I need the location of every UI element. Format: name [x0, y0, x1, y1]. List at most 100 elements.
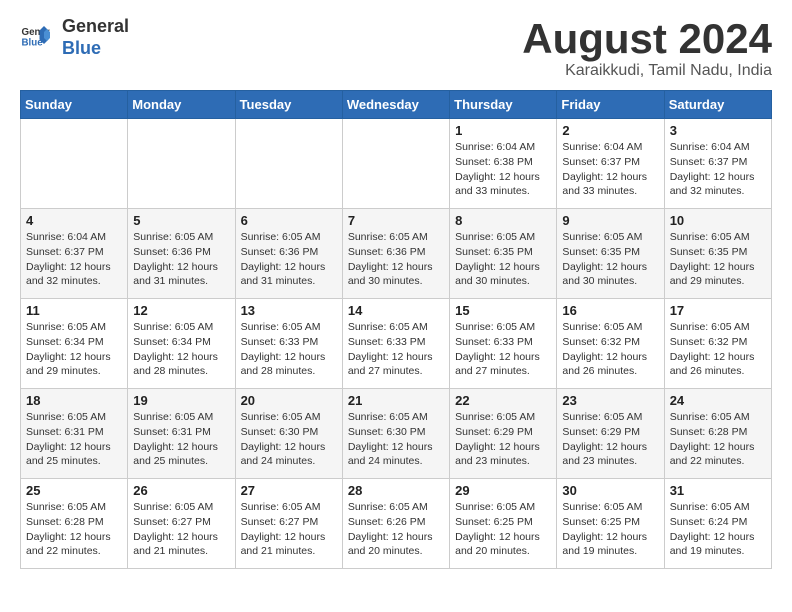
day-number: 5: [133, 213, 229, 228]
day-info: Sunrise: 6:05 AM Sunset: 6:25 PM Dayligh…: [455, 500, 551, 559]
day-info: Sunrise: 6:05 AM Sunset: 6:29 PM Dayligh…: [562, 410, 658, 469]
calendar-cell: 26Sunrise: 6:05 AM Sunset: 6:27 PM Dayli…: [128, 479, 235, 569]
calendar-cell: 11 Sunrise: 6:05 AM Sunset: 6:34 PM Dayli…: [21, 299, 128, 389]
calendar-week-row: 18Sunrise: 6:05 AM Sunset: 6:31 PM Dayli…: [21, 389, 772, 479]
day-info: Sunrise: 6:05 AM Sunset: 6:27 PM Dayligh…: [133, 500, 229, 559]
day-info: Sunrise: 6:05 AM Sunset: 6:32 PM Dayligh…: [562, 320, 658, 379]
calendar-cell: 18Sunrise: 6:05 AM Sunset: 6:31 PM Dayli…: [21, 389, 128, 479]
header: General Blue GeneralBlue August 2024 Kar…: [20, 16, 772, 80]
title-section: August 2024 Karaikkudi, Tamil Nadu, Indi…: [522, 16, 772, 80]
day-info: Sunrise: 6:05 AM Sunset: 6:32 PM Dayligh…: [670, 320, 766, 379]
calendar-cell: 3 Sunrise: 6:04 AM Sunset: 6:37 PM Daylig…: [664, 119, 771, 209]
calendar-cell: 7 Sunrise: 6:05 AM Sunset: 6:36 PM Daylig…: [342, 209, 449, 299]
day-info: Sunrise: 6:04 AM Sunset: 6:38 PM Dayligh…: [455, 140, 551, 199]
calendar-header-tuesday: Tuesday: [235, 91, 342, 119]
day-number: 16: [562, 303, 658, 318]
day-number: 31: [670, 483, 766, 498]
calendar-header-wednesday: Wednesday: [342, 91, 449, 119]
day-info: Sunrise: 6:04 AM Sunset: 6:37 PM Dayligh…: [26, 230, 122, 289]
calendar-cell: 12 Sunrise: 6:05 AM Sunset: 6:34 PM Dayli…: [128, 299, 235, 389]
calendar-cell: [21, 119, 128, 209]
calendar-week-row: 1 Sunrise: 6:04 AM Sunset: 6:38 PM Daylig…: [21, 119, 772, 209]
day-number: 13: [241, 303, 337, 318]
calendar-header-sunday: Sunday: [21, 91, 128, 119]
day-info: Sunrise: 6:04 AM Sunset: 6:37 PM Dayligh…: [670, 140, 766, 199]
day-info: Sunrise: 6:05 AM Sunset: 6:33 PM Dayligh…: [241, 320, 337, 379]
calendar-week-row: 25 Sunrise: 6:05 AM Sunset: 6:28 PM Dayli…: [21, 479, 772, 569]
day-info: Sunrise: 6:05 AM Sunset: 6:36 PM Dayligh…: [241, 230, 337, 289]
day-number: 24: [670, 393, 766, 408]
calendar-week-row: 11 Sunrise: 6:05 AM Sunset: 6:34 PM Dayli…: [21, 299, 772, 389]
calendar-table: SundayMondayTuesdayWednesdayThursdayFrid…: [20, 90, 772, 569]
calendar-header-saturday: Saturday: [664, 91, 771, 119]
calendar-cell: 9Sunrise: 6:05 AM Sunset: 6:35 PM Daylig…: [557, 209, 664, 299]
calendar-cell: 31Sunrise: 6:05 AM Sunset: 6:24 PM Dayli…: [664, 479, 771, 569]
calendar-cell: 8Sunrise: 6:05 AM Sunset: 6:35 PM Daylig…: [450, 209, 557, 299]
calendar-cell: [235, 119, 342, 209]
calendar-cell: 19 Sunrise: 6:05 AM Sunset: 6:31 PM Dayli…: [128, 389, 235, 479]
day-info: Sunrise: 6:05 AM Sunset: 6:31 PM Dayligh…: [133, 410, 229, 469]
day-info: Sunrise: 6:05 AM Sunset: 6:34 PM Dayligh…: [26, 320, 122, 379]
day-number: 28: [348, 483, 444, 498]
calendar-header-friday: Friday: [557, 91, 664, 119]
calendar-cell: 15Sunrise: 6:05 AM Sunset: 6:33 PM Dayli…: [450, 299, 557, 389]
calendar-cell: 30 Sunrise: 6:05 AM Sunset: 6:25 PM Dayli…: [557, 479, 664, 569]
calendar-cell: 10Sunrise: 6:05 AM Sunset: 6:35 PM Dayli…: [664, 209, 771, 299]
calendar-cell: 21Sunrise: 6:05 AM Sunset: 6:30 PM Dayli…: [342, 389, 449, 479]
calendar-cell: 20Sunrise: 6:05 AM Sunset: 6:30 PM Dayli…: [235, 389, 342, 479]
day-number: 29: [455, 483, 551, 498]
calendar-cell: 16 Sunrise: 6:05 AM Sunset: 6:32 PM Dayli…: [557, 299, 664, 389]
page-title: August 2024: [522, 16, 772, 62]
day-info: Sunrise: 6:05 AM Sunset: 6:25 PM Dayligh…: [562, 500, 658, 559]
calendar-cell: 29 Sunrise: 6:05 AM Sunset: 6:25 PM Dayli…: [450, 479, 557, 569]
day-number: 6: [241, 213, 337, 228]
day-info: Sunrise: 6:05 AM Sunset: 6:36 PM Dayligh…: [348, 230, 444, 289]
calendar-cell: 4 Sunrise: 6:04 AM Sunset: 6:37 PM Daylig…: [21, 209, 128, 299]
day-number: 27: [241, 483, 337, 498]
day-number: 12: [133, 303, 229, 318]
calendar-cell: 28Sunrise: 6:05 AM Sunset: 6:26 PM Dayli…: [342, 479, 449, 569]
day-info: Sunrise: 6:05 AM Sunset: 6:30 PM Dayligh…: [348, 410, 444, 469]
calendar-header-row: SundayMondayTuesdayWednesdayThursdayFrid…: [21, 91, 772, 119]
day-info: Sunrise: 6:05 AM Sunset: 6:35 PM Dayligh…: [562, 230, 658, 289]
day-number: 17: [670, 303, 766, 318]
day-number: 11: [26, 303, 122, 318]
calendar-week-row: 4 Sunrise: 6:04 AM Sunset: 6:37 PM Daylig…: [21, 209, 772, 299]
logo: General Blue GeneralBlue: [20, 16, 129, 59]
day-number: 1: [455, 123, 551, 138]
day-info: Sunrise: 6:05 AM Sunset: 6:28 PM Dayligh…: [26, 500, 122, 559]
calendar-cell: 17 Sunrise: 6:05 AM Sunset: 6:32 PM Dayli…: [664, 299, 771, 389]
logo-general-text: General: [62, 16, 129, 38]
calendar-cell: [128, 119, 235, 209]
day-info: Sunrise: 6:05 AM Sunset: 6:33 PM Dayligh…: [348, 320, 444, 379]
day-number: 25: [26, 483, 122, 498]
day-info: Sunrise: 6:04 AM Sunset: 6:37 PM Dayligh…: [562, 140, 658, 199]
day-info: Sunrise: 6:05 AM Sunset: 6:34 PM Dayligh…: [133, 320, 229, 379]
calendar-cell: 2 Sunrise: 6:04 AM Sunset: 6:37 PM Daylig…: [557, 119, 664, 209]
calendar-cell: 5 Sunrise: 6:05 AM Sunset: 6:36 PM Daylig…: [128, 209, 235, 299]
calendar-cell: 23Sunrise: 6:05 AM Sunset: 6:29 PM Dayli…: [557, 389, 664, 479]
logo-icon: General Blue: [20, 23, 50, 53]
day-info: Sunrise: 6:05 AM Sunset: 6:35 PM Dayligh…: [455, 230, 551, 289]
calendar-cell: 14Sunrise: 6:05 AM Sunset: 6:33 PM Dayli…: [342, 299, 449, 389]
calendar-cell: 25 Sunrise: 6:05 AM Sunset: 6:28 PM Dayli…: [21, 479, 128, 569]
day-number: 30: [562, 483, 658, 498]
day-number: 2: [562, 123, 658, 138]
day-info: Sunrise: 6:05 AM Sunset: 6:27 PM Dayligh…: [241, 500, 337, 559]
calendar-header-thursday: Thursday: [450, 91, 557, 119]
day-number: 4: [26, 213, 122, 228]
calendar-cell: 13 Sunrise: 6:05 AM Sunset: 6:33 PM Dayli…: [235, 299, 342, 389]
day-info: Sunrise: 6:05 AM Sunset: 6:33 PM Dayligh…: [455, 320, 551, 379]
day-info: Sunrise: 6:05 AM Sunset: 6:36 PM Dayligh…: [133, 230, 229, 289]
day-info: Sunrise: 6:05 AM Sunset: 6:30 PM Dayligh…: [241, 410, 337, 469]
day-number: 3: [670, 123, 766, 138]
day-info: Sunrise: 6:05 AM Sunset: 6:31 PM Dayligh…: [26, 410, 122, 469]
page-subtitle: Karaikkudi, Tamil Nadu, India: [522, 62, 772, 80]
day-number: 19: [133, 393, 229, 408]
day-number: 22: [455, 393, 551, 408]
calendar-cell: [342, 119, 449, 209]
day-info: Sunrise: 6:05 AM Sunset: 6:28 PM Dayligh…: [670, 410, 766, 469]
day-number: 7: [348, 213, 444, 228]
logo-blue-text: Blue: [62, 38, 129, 60]
day-number: 10: [670, 213, 766, 228]
